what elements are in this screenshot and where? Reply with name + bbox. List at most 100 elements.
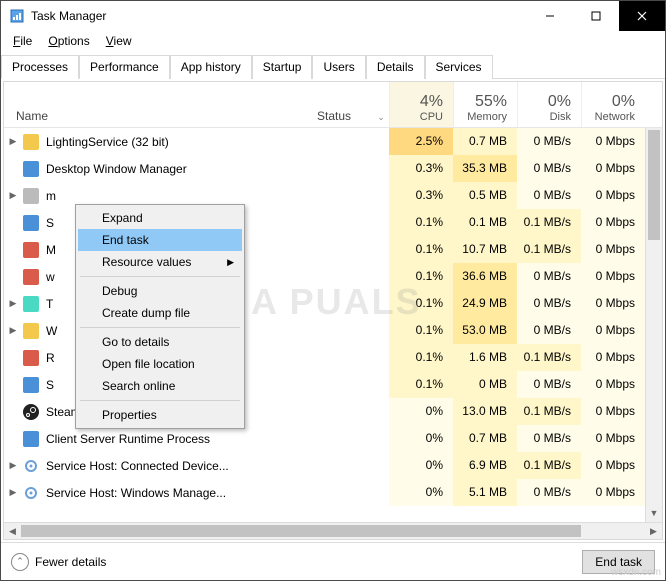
process-name: Service Host: Windows Manage...: [46, 486, 333, 500]
menu-options[interactable]: Options: [40, 32, 97, 50]
cell-network: 0 Mbps: [581, 452, 645, 479]
cell-memory: 0 MB: [453, 371, 517, 398]
col-network[interactable]: 0% Network: [581, 82, 645, 127]
blue-icon: [22, 160, 40, 178]
menu-file[interactable]: File: [5, 32, 40, 50]
cell-memory: 0.5 MB: [453, 182, 517, 209]
process-name: Desktop Window Manager: [46, 162, 333, 176]
process-name: Service Host: Connected Device...: [46, 459, 333, 473]
col-memory[interactable]: 55% Memory: [453, 82, 517, 127]
expand-arrow-icon[interactable]: ▶: [4, 325, 22, 336]
network-usage-header: 0%: [582, 93, 635, 111]
cell-memory: 1.6 MB: [453, 344, 517, 371]
table-row[interactable]: ▶LightingService (32 bit)2.5%0.7 MB0 MB/…: [4, 128, 662, 155]
table-row[interactable]: ▶Service Host: Connected Device...0%6.9 …: [4, 452, 662, 479]
ctx-resource-values[interactable]: Resource values ▶: [78, 251, 242, 273]
menu-view[interactable]: View: [98, 32, 140, 50]
cell-network: 0 Mbps: [581, 344, 645, 371]
cell-network: 0 Mbps: [581, 479, 645, 506]
tab-services[interactable]: Services: [425, 55, 493, 79]
maximize-button[interactable]: [573, 1, 619, 31]
cell-disk: 0 MB/s: [517, 371, 581, 398]
cell-cpu: 0.1%: [389, 317, 453, 344]
horizontal-scrollbar[interactable]: ◀ ▶: [4, 522, 662, 539]
expand-arrow-icon[interactable]: ▶: [4, 487, 22, 498]
table-row[interactable]: ▶Service Host: Windows Manage...0%5.1 MB…: [4, 479, 662, 506]
table-row[interactable]: Desktop Window Manager0.3%35.3 MB0 MB/s0…: [4, 155, 662, 182]
close-button[interactable]: [619, 1, 665, 31]
ctx-end-task[interactable]: End task: [78, 229, 242, 251]
cell-cpu: 0.1%: [389, 344, 453, 371]
ctx-go-to-details[interactable]: Go to details: [78, 331, 242, 353]
process-name: m: [46, 189, 333, 203]
context-menu: Expand End task Resource values ▶ Debug …: [75, 204, 245, 429]
hscroll-thumb[interactable]: [21, 525, 581, 537]
minimize-button[interactable]: [527, 1, 573, 31]
expand-arrow-icon[interactable]: ▶: [4, 298, 22, 309]
tab-processes[interactable]: Processes: [1, 55, 79, 79]
cell-network: 0 Mbps: [581, 155, 645, 182]
col-status[interactable]: Status: [317, 109, 373, 127]
tab-users[interactable]: Users: [312, 55, 365, 79]
blue-icon: [22, 214, 40, 232]
column-headers: Name Status ⌄ 4% CPU 55% Memory 0% Disk …: [4, 82, 662, 128]
cell-disk: 0.1 MB/s: [517, 398, 581, 425]
fewer-details-label[interactable]: Fewer details: [35, 555, 106, 569]
process-name: Client Server Runtime Process: [46, 432, 333, 446]
cell-network: 0 Mbps: [581, 290, 645, 317]
ctx-expand[interactable]: Expand: [78, 207, 242, 229]
task-manager-window: Task Manager File Options View Processes…: [0, 0, 666, 581]
red-icon: [22, 349, 40, 367]
tab-details[interactable]: Details: [366, 55, 425, 79]
memory-usage-header: 55%: [454, 93, 507, 111]
col-disk[interactable]: 0% Disk: [517, 82, 581, 127]
scroll-down-arrow-icon[interactable]: ▼: [646, 505, 662, 522]
titlebar: Task Manager: [1, 1, 665, 31]
cell-network: 0 Mbps: [581, 209, 645, 236]
cell-cpu: 0.3%: [389, 155, 453, 182]
cell-network: 0 Mbps: [581, 371, 645, 398]
ctx-separator: [80, 276, 240, 277]
yellow-icon: [22, 133, 40, 151]
tab-app-history[interactable]: App history: [170, 55, 252, 79]
ctx-properties[interactable]: Properties: [78, 404, 242, 426]
ctx-open-file-location[interactable]: Open file location: [78, 353, 242, 375]
table-row[interactable]: Client Server Runtime Process0%0.7 MB0 M…: [4, 425, 662, 452]
tab-startup[interactable]: Startup: [252, 55, 313, 79]
cell-cpu: 0.3%: [389, 182, 453, 209]
steam-icon: [22, 403, 40, 421]
cell-cpu: 0%: [389, 425, 453, 452]
cell-disk: 0.1 MB/s: [517, 344, 581, 371]
expand-arrow-icon[interactable]: ▶: [4, 460, 22, 471]
bottom-watermark: wsxdn.com: [611, 567, 661, 578]
scroll-right-arrow-icon[interactable]: ▶: [645, 526, 662, 537]
sort-indicator-icon: ⌄: [373, 112, 389, 127]
col-cpu[interactable]: 4% CPU: [389, 82, 453, 127]
cell-disk: 0 MB/s: [517, 290, 581, 317]
cell-cpu: 0.1%: [389, 209, 453, 236]
ctx-search-online[interactable]: Search online: [78, 375, 242, 397]
cell-cpu: 0.1%: [389, 263, 453, 290]
cell-memory: 5.1 MB: [453, 479, 517, 506]
cell-network: 0 Mbps: [581, 236, 645, 263]
cell-cpu: 0.1%: [389, 236, 453, 263]
tab-performance[interactable]: Performance: [79, 55, 170, 79]
vertical-scrollbar[interactable]: ▲ ▼: [645, 128, 662, 522]
cell-network: 0 Mbps: [581, 317, 645, 344]
cell-network: 0 Mbps: [581, 182, 645, 209]
expand-arrow-icon[interactable]: ▶: [4, 190, 22, 201]
fewer-details-icon[interactable]: ⌃: [11, 553, 29, 571]
tab-strip: Processes Performance App history Startu…: [1, 54, 665, 79]
cell-network: 0 Mbps: [581, 263, 645, 290]
ctx-create-dump[interactable]: Create dump file: [78, 302, 242, 324]
gear-icon: [22, 484, 40, 502]
cpu-usage-header: 4%: [390, 93, 443, 111]
expand-arrow-icon[interactable]: ▶: [4, 136, 22, 147]
ctx-separator: [80, 327, 240, 328]
scroll-left-arrow-icon[interactable]: ◀: [4, 526, 21, 537]
scroll-thumb[interactable]: [648, 130, 660, 240]
ctx-debug[interactable]: Debug: [78, 280, 242, 302]
cell-memory: 0.1 MB: [453, 209, 517, 236]
blue-icon: [22, 376, 40, 394]
col-name[interactable]: Name: [4, 109, 317, 127]
